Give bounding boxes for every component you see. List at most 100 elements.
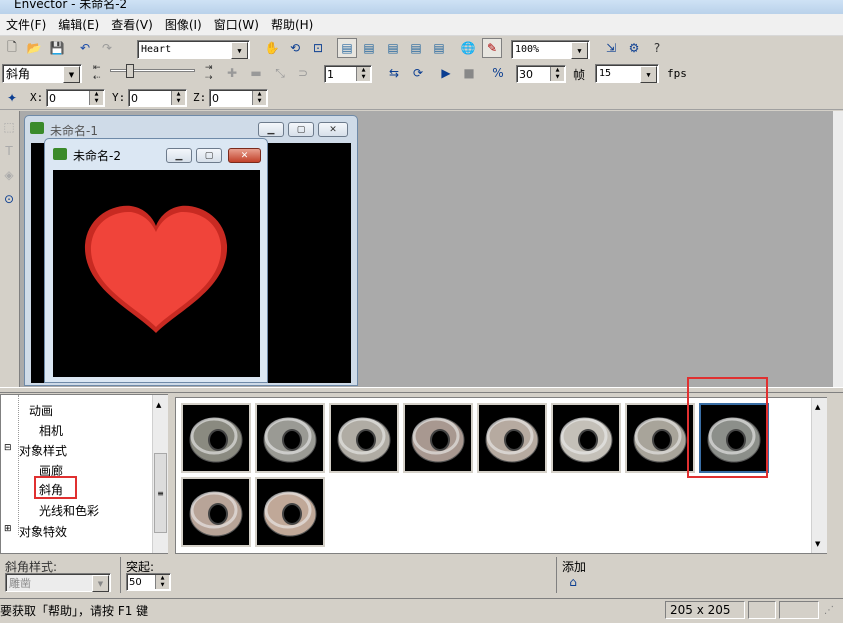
tree-item-light-color[interactable]: 光线和色彩 bbox=[39, 502, 99, 519]
open-icon[interactable]: 📂 bbox=[24, 38, 44, 58]
z-value: 0 bbox=[212, 91, 219, 105]
zoom-combo[interactable]: 100% ▼ bbox=[511, 40, 590, 59]
undo-icon[interactable]: ↶ bbox=[75, 38, 95, 58]
expand-icon[interactable]: ⊞ bbox=[4, 524, 12, 534]
spin-arrows-icon[interactable]: ▲ ▼ bbox=[550, 67, 564, 81]
redo-icon[interactable]: ↷ bbox=[97, 38, 117, 58]
tree-item-camera[interactable]: 相机 bbox=[39, 422, 63, 439]
bevel-thumb[interactable] bbox=[255, 403, 325, 473]
tree-item-object-style[interactable]: 对象样式 bbox=[19, 442, 67, 459]
menu-view[interactable]: 查看(V) bbox=[105, 14, 159, 36]
spin-arrows-icon[interactable]: ▲ ▼ bbox=[155, 575, 169, 589]
bevel-thumb[interactable] bbox=[181, 477, 251, 547]
shape-tool-icon[interactable]: ◈ bbox=[0, 165, 18, 185]
menu-file[interactable]: 文件(F) bbox=[0, 14, 52, 36]
x-input[interactable]: 0 ▲ ▼ bbox=[46, 89, 105, 107]
light-source-icon[interactable]: ✦ bbox=[2, 88, 22, 108]
object-tool-icon[interactable]: ⊙ bbox=[0, 189, 18, 209]
stop-icon[interactable]: ■ bbox=[459, 63, 479, 83]
export-icon[interactable]: ⇲ bbox=[601, 38, 621, 58]
chevron-down-icon[interactable]: ▼ bbox=[640, 66, 657, 83]
spin-arrows-icon[interactable]: ▲ ▼ bbox=[252, 91, 266, 105]
play-icon[interactable]: ▶ bbox=[436, 63, 456, 83]
view4-icon[interactable]: ▤ bbox=[406, 38, 426, 58]
minimize-button[interactable]: ▁ bbox=[166, 148, 192, 163]
frame-slider-track[interactable] bbox=[110, 69, 195, 72]
settings-icon[interactable]: ⚙ bbox=[624, 38, 644, 58]
save-icon[interactable]: 💾 bbox=[47, 38, 67, 58]
gallery-scrollbar[interactable]: ▲ ▼ bbox=[811, 398, 827, 553]
z-input[interactable]: 0 ▲ ▼ bbox=[209, 89, 268, 107]
help-icon[interactable]: ? bbox=[647, 38, 667, 58]
add-key-icon[interactable]: ✚ bbox=[222, 63, 242, 83]
tree-item-bevel[interactable]: 斜角 bbox=[39, 481, 63, 498]
spin-arrows-icon[interactable]: ▲ ▼ bbox=[356, 67, 370, 81]
heart-shape[interactable] bbox=[53, 170, 260, 377]
fit-icon[interactable]: ⊡ bbox=[308, 38, 328, 58]
tree-scrollbar[interactable]: ▲ ≡ bbox=[152, 395, 168, 553]
cycle-icon[interactable]: ⟳ bbox=[408, 63, 428, 83]
menu-window[interactable]: 窗口(W) bbox=[208, 14, 265, 36]
add-to-gallery-icon[interactable]: ⌂ bbox=[563, 572, 583, 592]
bevel-thumb[interactable] bbox=[625, 403, 695, 473]
tree-scroll-thumb[interactable]: ≡ bbox=[154, 453, 167, 533]
new-icon[interactable]: 🗋 bbox=[2, 38, 22, 58]
style-combo[interactable]: 斜角 ▼ bbox=[2, 64, 82, 83]
frame-slider-thumb[interactable] bbox=[126, 64, 134, 78]
y-input[interactable]: 0 ▲ ▼ bbox=[128, 89, 187, 107]
document-2-canvas[interactable] bbox=[53, 170, 260, 377]
view3-icon[interactable]: ▤ bbox=[383, 38, 403, 58]
tree-item-object-effects[interactable]: 对象特效 bbox=[19, 523, 67, 540]
view2-icon[interactable]: ▤ bbox=[359, 38, 379, 58]
menu-help[interactable]: 帮助(H) bbox=[265, 14, 319, 36]
resize-grip-icon[interactable]: ⋰ bbox=[824, 605, 834, 616]
select-tool-icon[interactable]: ⬚ bbox=[0, 117, 18, 137]
bevel-thumb[interactable] bbox=[181, 403, 251, 473]
close-button[interactable]: ✕ bbox=[228, 148, 261, 163]
scroll-down-icon[interactable]: ▼ bbox=[815, 540, 820, 548]
bevel-style-combo[interactable]: 雕凿 ▼ bbox=[5, 573, 111, 592]
tree-item-animation[interactable]: 动画 bbox=[29, 402, 53, 419]
chevron-down-icon[interactable]: ▼ bbox=[571, 42, 588, 59]
scroll-up-icon[interactable]: ▲ bbox=[815, 403, 820, 411]
emboss-input[interactable]: 50 ▲ ▼ bbox=[126, 573, 171, 591]
globe-icon[interactable]: 🌐 bbox=[458, 38, 478, 58]
text-combo[interactable]: Heart ▼ bbox=[137, 40, 250, 59]
chevron-down-icon[interactable]: ▼ bbox=[63, 66, 80, 83]
bevel-thumb[interactable] bbox=[477, 403, 547, 473]
text-tool-icon[interactable]: T bbox=[0, 141, 18, 161]
fps-combo[interactable]: 15 ▼ bbox=[595, 64, 659, 83]
view5-icon[interactable]: ▤ bbox=[429, 38, 449, 58]
chevron-down-icon[interactable]: ▼ bbox=[92, 575, 109, 592]
bevel-thumb[interactable] bbox=[329, 403, 399, 473]
bevel-thumb[interactable] bbox=[255, 477, 325, 547]
spin-arrows-icon[interactable]: ▲ ▼ bbox=[171, 91, 185, 105]
speed-input[interactable]: 30 ▲ ▼ bbox=[516, 65, 566, 83]
menu-image[interactable]: 图像(I) bbox=[159, 14, 208, 36]
hand-icon[interactable]: ✋ bbox=[262, 38, 282, 58]
view1-icon[interactable]: ▤ bbox=[337, 38, 357, 58]
chevron-down-icon[interactable]: ▼ bbox=[231, 42, 248, 59]
maximize-button[interactable]: ▢ bbox=[288, 122, 314, 137]
rotate-icon[interactable]: ⟲ bbox=[285, 38, 305, 58]
status-bar: 要获取「帮助」，请按 F1 键 205 x 205 ⋰ bbox=[0, 598, 843, 623]
scroll-up-icon[interactable]: ▲ bbox=[156, 401, 161, 409]
collapse-icon[interactable]: ⊟ bbox=[4, 443, 12, 453]
loop-back-icon[interactable]: ⊃ bbox=[293, 63, 313, 83]
torus-icon bbox=[263, 491, 317, 537]
move-key-icon[interactable]: ⤡ bbox=[270, 63, 290, 83]
document-window-2[interactable]: 未命名-2 ▁ ▢ ✕ bbox=[44, 138, 268, 383]
menu-edit[interactable]: 编辑(E) bbox=[52, 14, 105, 36]
repeat-icon[interactable]: ⇆ bbox=[384, 63, 404, 83]
close-button[interactable]: ✕ bbox=[318, 122, 348, 137]
spin-arrows-icon[interactable]: ▲ ▼ bbox=[89, 91, 103, 105]
minimize-button[interactable]: ▁ bbox=[258, 122, 284, 137]
workspace-scrollbar[interactable] bbox=[833, 111, 843, 387]
speed-icon[interactable]: % bbox=[488, 63, 508, 83]
edit-icon[interactable]: ✎ bbox=[482, 38, 502, 58]
remove-key-icon[interactable]: ▬ bbox=[246, 63, 266, 83]
bevel-thumb[interactable] bbox=[403, 403, 473, 473]
bevel-thumb[interactable] bbox=[551, 403, 621, 473]
frame-input[interactable]: 1 ▲ ▼ bbox=[324, 65, 372, 83]
maximize-button[interactable]: ▢ bbox=[196, 148, 222, 163]
